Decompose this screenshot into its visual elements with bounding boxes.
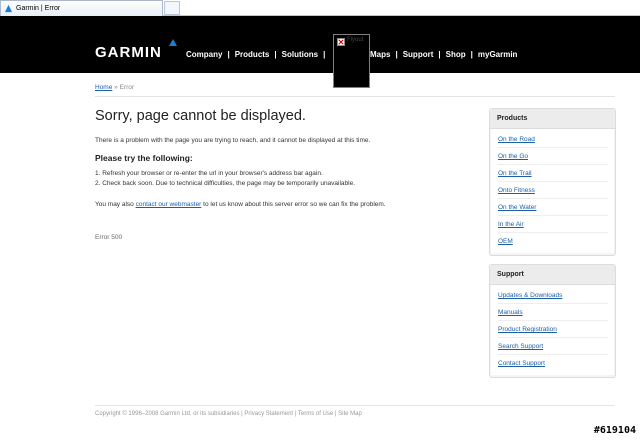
support-link-contact-support[interactable]: Contact Support: [498, 355, 608, 372]
support-link-updates-downloads[interactable]: Updates & Downloads: [498, 287, 608, 304]
products-box-title: Products: [490, 109, 615, 129]
troubleshooting-steps: 1. Refresh your browser or re-enter the …: [95, 170, 355, 190]
main-nav-right: Maps | Support | Shop | myGarmin: [370, 50, 517, 59]
list-item: 2. Check back soon. Due to technical dif…: [95, 180, 356, 187]
garmin-logo[interactable]: GARMIN: [95, 44, 162, 61]
browser-tab-strip: Garmin | Error: [0, 0, 640, 16]
nav-separator: |: [395, 50, 398, 59]
contact-webmaster-link[interactable]: contact our webmaster: [136, 201, 202, 208]
logo-triangle-icon: [169, 39, 177, 46]
products-link-on-the-water[interactable]: On the Water: [498, 199, 608, 216]
products-link-on-the-road[interactable]: On the Road: [498, 131, 608, 148]
products-link-onto-fitness[interactable]: Onto Fitness: [498, 182, 608, 199]
nav-shop[interactable]: Shop: [446, 50, 466, 59]
nav-products[interactable]: Products: [235, 50, 270, 59]
main-nav-left: Company | Products | Solutions |: [186, 50, 330, 59]
breadcrumb-divider: [95, 96, 615, 97]
products-link-on-the-go[interactable]: On the Go: [498, 148, 608, 165]
page-title: Sorry, page cannot be displayed.: [95, 108, 306, 124]
image-id-watermark: #619104: [593, 425, 636, 436]
new-tab-button[interactable]: [164, 1, 180, 15]
copyright-text: Copyright © 1996–2008 Garmin Ltd. or its…: [95, 411, 240, 417]
products-link-on-the-trail[interactable]: On the Trail: [498, 165, 608, 182]
products-box: Products On the Road On the Go On the Tr…: [489, 108, 616, 256]
nav-separator: |: [227, 50, 230, 59]
support-link-manuals[interactable]: Manuals: [498, 304, 608, 321]
support-link-product-registration[interactable]: Product Registration: [498, 321, 608, 338]
broken-image-label: Flyout: [347, 37, 364, 43]
products-link-in-the-air[interactable]: In the Air: [498, 216, 608, 233]
contact-prefix: You may also: [95, 201, 136, 208]
nav-maps[interactable]: Maps: [370, 50, 390, 59]
breadcrumb-current: Error: [119, 84, 135, 91]
try-following-heading: Please try the following:: [95, 153, 193, 163]
contact-text: You may also contact our webmaster to le…: [95, 201, 386, 208]
contact-suffix: to let us know about this server error s…: [201, 201, 386, 208]
support-box-title: Support: [490, 265, 615, 285]
nav-solutions[interactable]: Solutions: [282, 50, 318, 59]
nav-support[interactable]: Support: [403, 50, 434, 59]
nav-separator: |: [438, 50, 441, 59]
nav-separator: |: [323, 50, 326, 59]
broken-flyout-image: Flyout: [333, 34, 370, 88]
footer-privacy-link[interactable]: Privacy Statement: [244, 411, 293, 417]
garmin-favicon-icon: [4, 4, 13, 13]
footer-divider: [95, 405, 615, 406]
site-header: GARMIN Company | Products | Solutions | …: [0, 16, 640, 88]
error-intro-text: There is a problem with the page you are…: [95, 137, 371, 144]
footer-terms-link[interactable]: Terms of Use: [298, 411, 333, 417]
broken-image-icon: [337, 38, 345, 46]
breadcrumb-separator: »: [114, 84, 118, 91]
nav-mygarmin[interactable]: myGarmin: [478, 50, 518, 59]
nav-separator: |: [470, 50, 473, 59]
nav-separator: |: [274, 50, 277, 59]
browser-tab[interactable]: Garmin | Error: [0, 0, 163, 16]
footer-sitemap-link[interactable]: Site Map: [338, 411, 362, 417]
support-link-search-support[interactable]: Search Support: [498, 338, 608, 355]
nav-company[interactable]: Company: [186, 50, 222, 59]
site-footer: Copyright © 1996–2008 Garmin Ltd. or its…: [95, 411, 362, 417]
breadcrumb-home-link[interactable]: Home: [95, 84, 112, 91]
products-link-oem[interactable]: OEM: [498, 233, 608, 250]
tab-title: Garmin | Error: [16, 5, 61, 12]
products-link-list: On the Road On the Go On the Trail Onto …: [491, 129, 614, 253]
support-box: Support Updates & Downloads Manuals Prod…: [489, 264, 616, 378]
main-content: Sorry, page cannot be displayed. There i…: [95, 108, 480, 241]
error-code: Error 500: [95, 234, 123, 241]
list-item: 1. Refresh your browser or re-enter the …: [95, 170, 323, 177]
support-link-list: Updates & Downloads Manuals Product Regi…: [491, 285, 614, 375]
breadcrumb: Home » Error: [95, 84, 134, 91]
